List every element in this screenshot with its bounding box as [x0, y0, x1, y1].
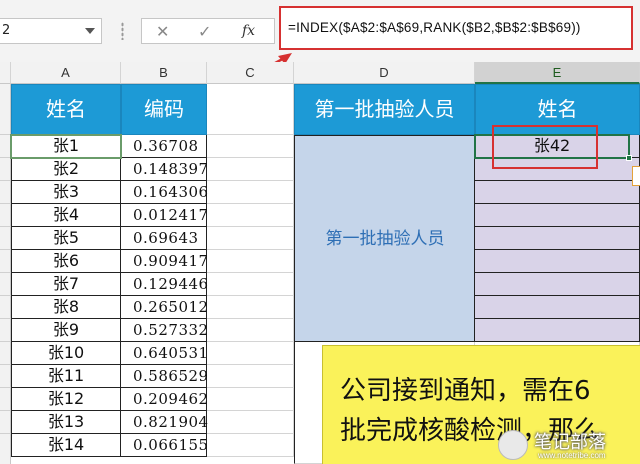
result-cell[interactable]	[475, 181, 640, 204]
name-cell[interactable]: 张9	[11, 319, 121, 342]
quick-analysis-icon[interactable]	[632, 166, 640, 186]
empty-cell[interactable]	[207, 204, 294, 227]
header-cell-name[interactable]: 姓名	[11, 84, 121, 135]
empty-cell[interactable]	[207, 342, 294, 365]
column-header-b[interactable]: B	[121, 62, 207, 84]
insert-function-icon[interactable]: fx	[242, 23, 255, 39]
code-cell[interactable]: 0.640531	[121, 342, 208, 365]
name-cell[interactable]: 张10	[11, 342, 121, 365]
name-cell[interactable]: 张8	[11, 296, 121, 319]
code-cell[interactable]: 0.69643	[121, 227, 207, 250]
name-cell[interactable]: 张14	[11, 434, 121, 457]
formula-text: =INDEX($A$2:$A$69,RANK($B2,$B$2:$B$69))	[288, 20, 581, 35]
callout-line-1: 公司接到通知，需在6	[340, 376, 591, 406]
empty-cell[interactable]	[207, 388, 294, 411]
empty-cell[interactable]	[207, 411, 294, 434]
empty-cell[interactable]	[207, 227, 294, 250]
drag-handle-icon[interactable]	[121, 22, 124, 40]
column-header-d[interactable]: D	[294, 62, 475, 84]
name-cell[interactable]: 张3	[11, 181, 121, 204]
chevron-down-icon[interactable]	[85, 28, 95, 34]
watermark-url: www.notetribe.com	[538, 451, 606, 460]
column-header-a[interactable]: A	[11, 62, 121, 84]
code-cell[interactable]: 0.148397	[121, 158, 208, 181]
header-cell-batch[interactable]: 第一批抽验人员	[294, 84, 475, 135]
result-cell[interactable]	[475, 250, 640, 273]
formula-input[interactable]: =INDEX($A$2:$A$69,RANK($B2,$B$2:$B$69))	[279, 6, 633, 50]
code-cell[interactable]: 0.129446	[121, 273, 208, 296]
cancel-icon[interactable]: ✕	[156, 22, 169, 41]
result-cell[interactable]	[475, 273, 640, 296]
code-cell[interactable]: 0.821904	[121, 411, 208, 434]
code-cell[interactable]: 0.586529	[121, 365, 208, 388]
code-cell[interactable]: 0.909417	[121, 250, 208, 273]
empty-cell[interactable]	[207, 250, 294, 273]
empty-cell[interactable]	[207, 434, 294, 457]
name-cell[interactable]: 张2	[11, 158, 121, 181]
watermark: 笔记部落 www.notetribe.com	[498, 426, 640, 464]
code-cell[interactable]: 0.066155	[121, 434, 208, 457]
name-cell[interactable]: 张11	[11, 365, 121, 388]
column-header-e[interactable]: E	[475, 62, 640, 84]
name-cell[interactable]: 张13	[11, 411, 121, 434]
result-cell[interactable]	[475, 319, 640, 342]
name-cell[interactable]: 张5	[11, 227, 121, 250]
fill-handle[interactable]	[626, 155, 632, 161]
name-box-value: 2	[2, 23, 11, 38]
select-all-corner[interactable]	[0, 62, 11, 84]
empty-cell[interactable]	[207, 135, 294, 158]
code-cell[interactable]: 0.36708	[121, 135, 207, 158]
name-box[interactable]: 2	[0, 18, 102, 44]
name-cell[interactable]: 张7	[11, 273, 121, 296]
empty-cell[interactable]	[207, 273, 294, 296]
empty-cell[interactable]	[207, 319, 294, 342]
name-cell[interactable]: 张12	[11, 388, 121, 411]
empty-cell[interactable]	[207, 365, 294, 388]
highlight-box	[492, 125, 598, 169]
code-cell[interactable]: 0.164306	[121, 181, 208, 204]
name-cell[interactable]: 张6	[11, 250, 121, 273]
logo-icon	[498, 430, 528, 460]
empty-cell[interactable]	[207, 158, 294, 181]
code-cell[interactable]: 0.209462	[121, 388, 208, 411]
result-cell[interactable]	[475, 227, 640, 250]
confirm-icon[interactable]: ✓	[198, 22, 211, 41]
result-cell[interactable]	[475, 296, 640, 319]
header-cell-code[interactable]: 编码	[121, 84, 207, 135]
empty-cell[interactable]	[207, 296, 294, 319]
merged-cell-d-label: 第一批抽验人员	[325, 229, 445, 249]
result-cell[interactable]	[475, 204, 640, 227]
formula-bar-area: 2 ✕ ✓ fx =INDEX($A$2:$A$69,RANK($B2,$B$2…	[0, 0, 640, 62]
code-cell[interactable]: 0.012417	[121, 204, 208, 227]
code-cell[interactable]: 0.527332	[121, 319, 208, 342]
row-highlight	[10, 134, 122, 159]
name-cell[interactable]: 张4	[11, 204, 121, 227]
code-cell[interactable]: 0.265012	[121, 296, 208, 319]
cell-c1[interactable]	[207, 84, 294, 135]
column-header-c[interactable]: C	[207, 62, 294, 84]
empty-cell[interactable]	[207, 181, 294, 204]
formula-buttons: ✕ ✓ fx	[141, 18, 275, 44]
